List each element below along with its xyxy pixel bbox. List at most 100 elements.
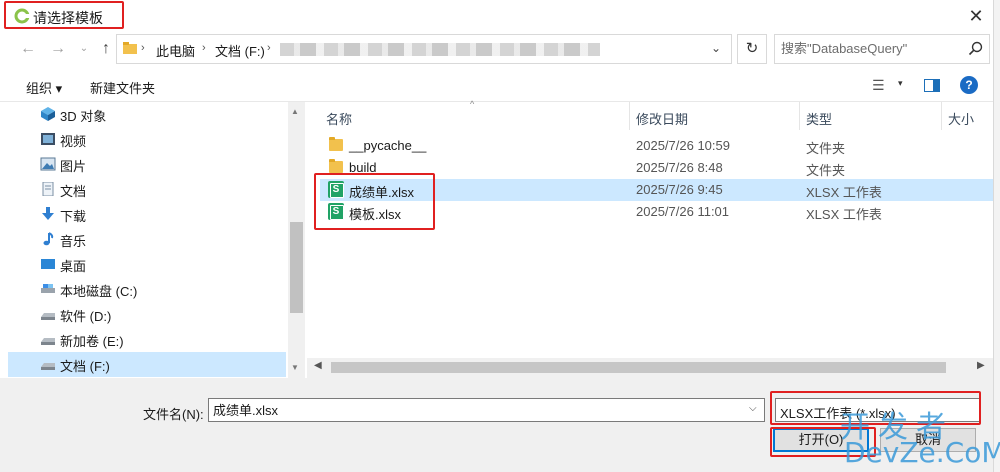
nav-item-drive-d[interactable]: 软件 (D:) [8,302,286,327]
folder-icon [329,159,343,173]
nav-item-documents[interactable]: 文档 [8,177,286,202]
up-button[interactable]: ↑ [94,37,118,61]
file-date: 2025/7/26 10:59 [636,138,730,153]
recent-locations-button[interactable]: ⌄ [72,37,96,61]
nav-label: 文档 [60,184,87,199]
refresh-button[interactable]: ↻ [737,34,767,64]
breadcrumb-drive-f[interactable]: 文档 (F:) [215,41,265,60]
nav-item-drive-c[interactable]: 本地磁盘 (C:) [8,277,286,302]
file-row[interactable]: __pycache__ 2025/7/26 10:59 文件夹 [320,135,993,157]
nav-scroll-thumb[interactable] [290,222,303,313]
nav-label: 视频 [60,134,87,149]
search-icon[interactable] [968,41,983,56]
file-type: 文件夹 [806,141,846,156]
column-divider[interactable] [799,102,800,130]
breadcrumb-this-pc[interactable]: 此电脑 [156,41,195,60]
column-header-date[interactable]: 修改日期 [636,109,688,128]
file-date: 2025/7/26 8:48 [636,160,723,175]
window-title: 请选择模板 [33,10,103,26]
nav-label: 桌面 [60,259,87,274]
horizontal-scroll-thumb[interactable] [331,362,946,373]
music-icon [43,232,54,246]
navigation-pane: 3D 对象 视频 图片 文档 下载 音乐 桌面 本地磁盘 (C:) 软件 (D:… [0,102,305,378]
scroll-right-icon[interactable]: ▶ [977,360,985,371]
scroll-left-icon[interactable]: ◀ [314,360,322,371]
nav-label: 软件 (D:) [60,309,112,324]
column-divider[interactable] [941,102,942,130]
nav-label: 3D 对象 [60,109,107,124]
folder-icon [123,42,137,54]
back-button[interactable]: ← [16,37,40,61]
pictures-icon [40,157,56,171]
help-icon[interactable]: ? [960,76,978,94]
file-name: build [349,160,377,175]
address-dropdown-icon[interactable]: ⌄ [711,41,721,55]
nav-label: 音乐 [60,234,87,249]
column-header-size[interactable]: 大小 [948,109,974,128]
file-date: 2025/7/26 11:01 [636,204,730,219]
desktop-icon [41,259,55,269]
scroll-up-icon[interactable]: ▲ [291,107,299,116]
file-name: 成绩单.xlsx [349,185,415,200]
download-icon [42,207,54,220]
file-name: 模板.xlsx [349,207,402,222]
address-bar[interactable]: › 此电脑 › 文档 (F:) › ⌄ [116,34,732,64]
file-list: ^ 名称 修改日期 类型 大小 __pycache__ 2025/7/26 10… [307,99,993,378]
column-divider[interactable] [629,102,630,130]
watermark-line2: DevZe.CoM [844,436,1000,469]
file-row[interactable]: build 2025/7/26 8:48 文件夹 [320,157,993,179]
preview-pane-icon[interactable] [924,79,940,92]
horizontal-scrollbar[interactable]: ◀ ▶ [307,358,993,378]
drive-icon [41,284,55,293]
file-type: XLSX 工作表 [806,185,882,200]
nav-item-downloads[interactable]: 下载 [8,202,286,227]
nav-label: 新加卷 (E:) [60,334,124,349]
documents-icon [42,182,54,196]
nav-item-drive-f[interactable]: 文档 (F:) [8,352,286,377]
nav-item-3d-objects[interactable]: 3D 对象 [8,102,286,127]
title-bar: 请选择模板 ✕ [0,0,993,32]
watermark: 开发者 DevZe.CoM [836,400,1000,470]
close-button[interactable]: ✕ [962,4,990,28]
filename-label: 文件名(N): [143,407,204,422]
breadcrumb-separator[interactable]: › [141,42,145,54]
nav-item-desktop[interactable]: 桌面 [8,252,286,277]
sort-ascending-icon: ^ [470,99,475,109]
filename-input[interactable] [213,402,733,417]
new-folder-button[interactable]: 新建文件夹 [90,78,155,97]
view-menu-chevron-icon[interactable]: ▾ [898,78,903,89]
3d-objects-icon [41,107,55,121]
app-icon [14,8,30,24]
file-row[interactable]: S 模板.xlsx 2025/7/26 11:01 XLSX 工作表 [320,201,993,223]
xlsx-file-icon: S [328,181,344,198]
nav-item-video[interactable]: 视频 [8,127,286,152]
file-type: XLSX 工作表 [806,207,882,222]
organize-button[interactable]: 组织 ▾ [26,78,62,97]
breadcrumb-separator[interactable]: › [267,42,271,54]
drive-icon [41,313,55,320]
search-box[interactable] [774,34,990,64]
file-type: 文件夹 [806,163,846,178]
chevron-down-icon[interactable]: ⌵ [749,403,757,414]
breadcrumb-separator[interactable]: › [202,42,206,54]
nav-item-drive-e[interactable]: 新加卷 (E:) [8,327,286,352]
scroll-down-icon[interactable]: ▼ [291,363,299,372]
nav-item-pictures[interactable]: 图片 [8,152,286,177]
nav-label: 下载 [60,209,87,224]
blurred-path [280,43,600,56]
column-header-type[interactable]: 类型 [806,109,832,128]
nav-label: 文档 (F:) [60,359,110,374]
forward-button[interactable]: → [46,37,70,61]
view-options-icon[interactable]: ☰ [872,77,885,94]
filename-combobox[interactable]: ⌵ [208,398,765,422]
video-icon [41,133,55,145]
xlsx-file-icon: S [328,203,344,220]
column-header-name[interactable]: 名称 [326,109,352,128]
nav-label: 本地磁盘 (C:) [60,284,138,299]
folder-icon [329,137,343,151]
file-row-selected[interactable]: S 成绩单.xlsx 2025/7/26 9:45 XLSX 工作表 [320,179,993,201]
file-date: 2025/7/26 9:45 [636,182,723,197]
nav-item-music[interactable]: 音乐 [8,227,286,252]
search-input[interactable] [781,41,961,56]
toolbar: 组织 ▾ 新建文件夹 ☰ ▾ ? [0,70,993,102]
